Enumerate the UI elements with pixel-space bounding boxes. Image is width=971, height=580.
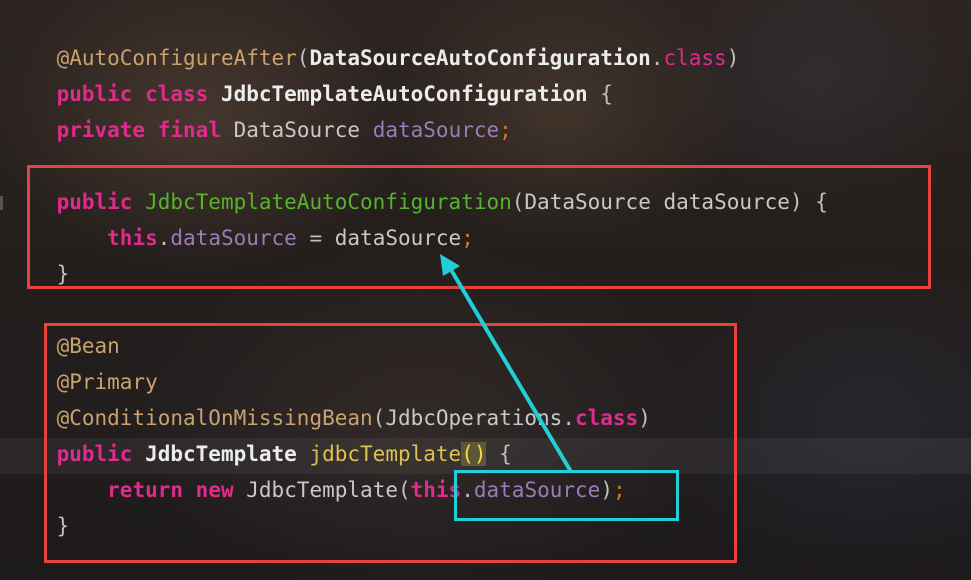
reference-arrow [440,254,572,472]
arrow-head-icon [440,254,460,276]
arrow-shaft [448,266,572,472]
